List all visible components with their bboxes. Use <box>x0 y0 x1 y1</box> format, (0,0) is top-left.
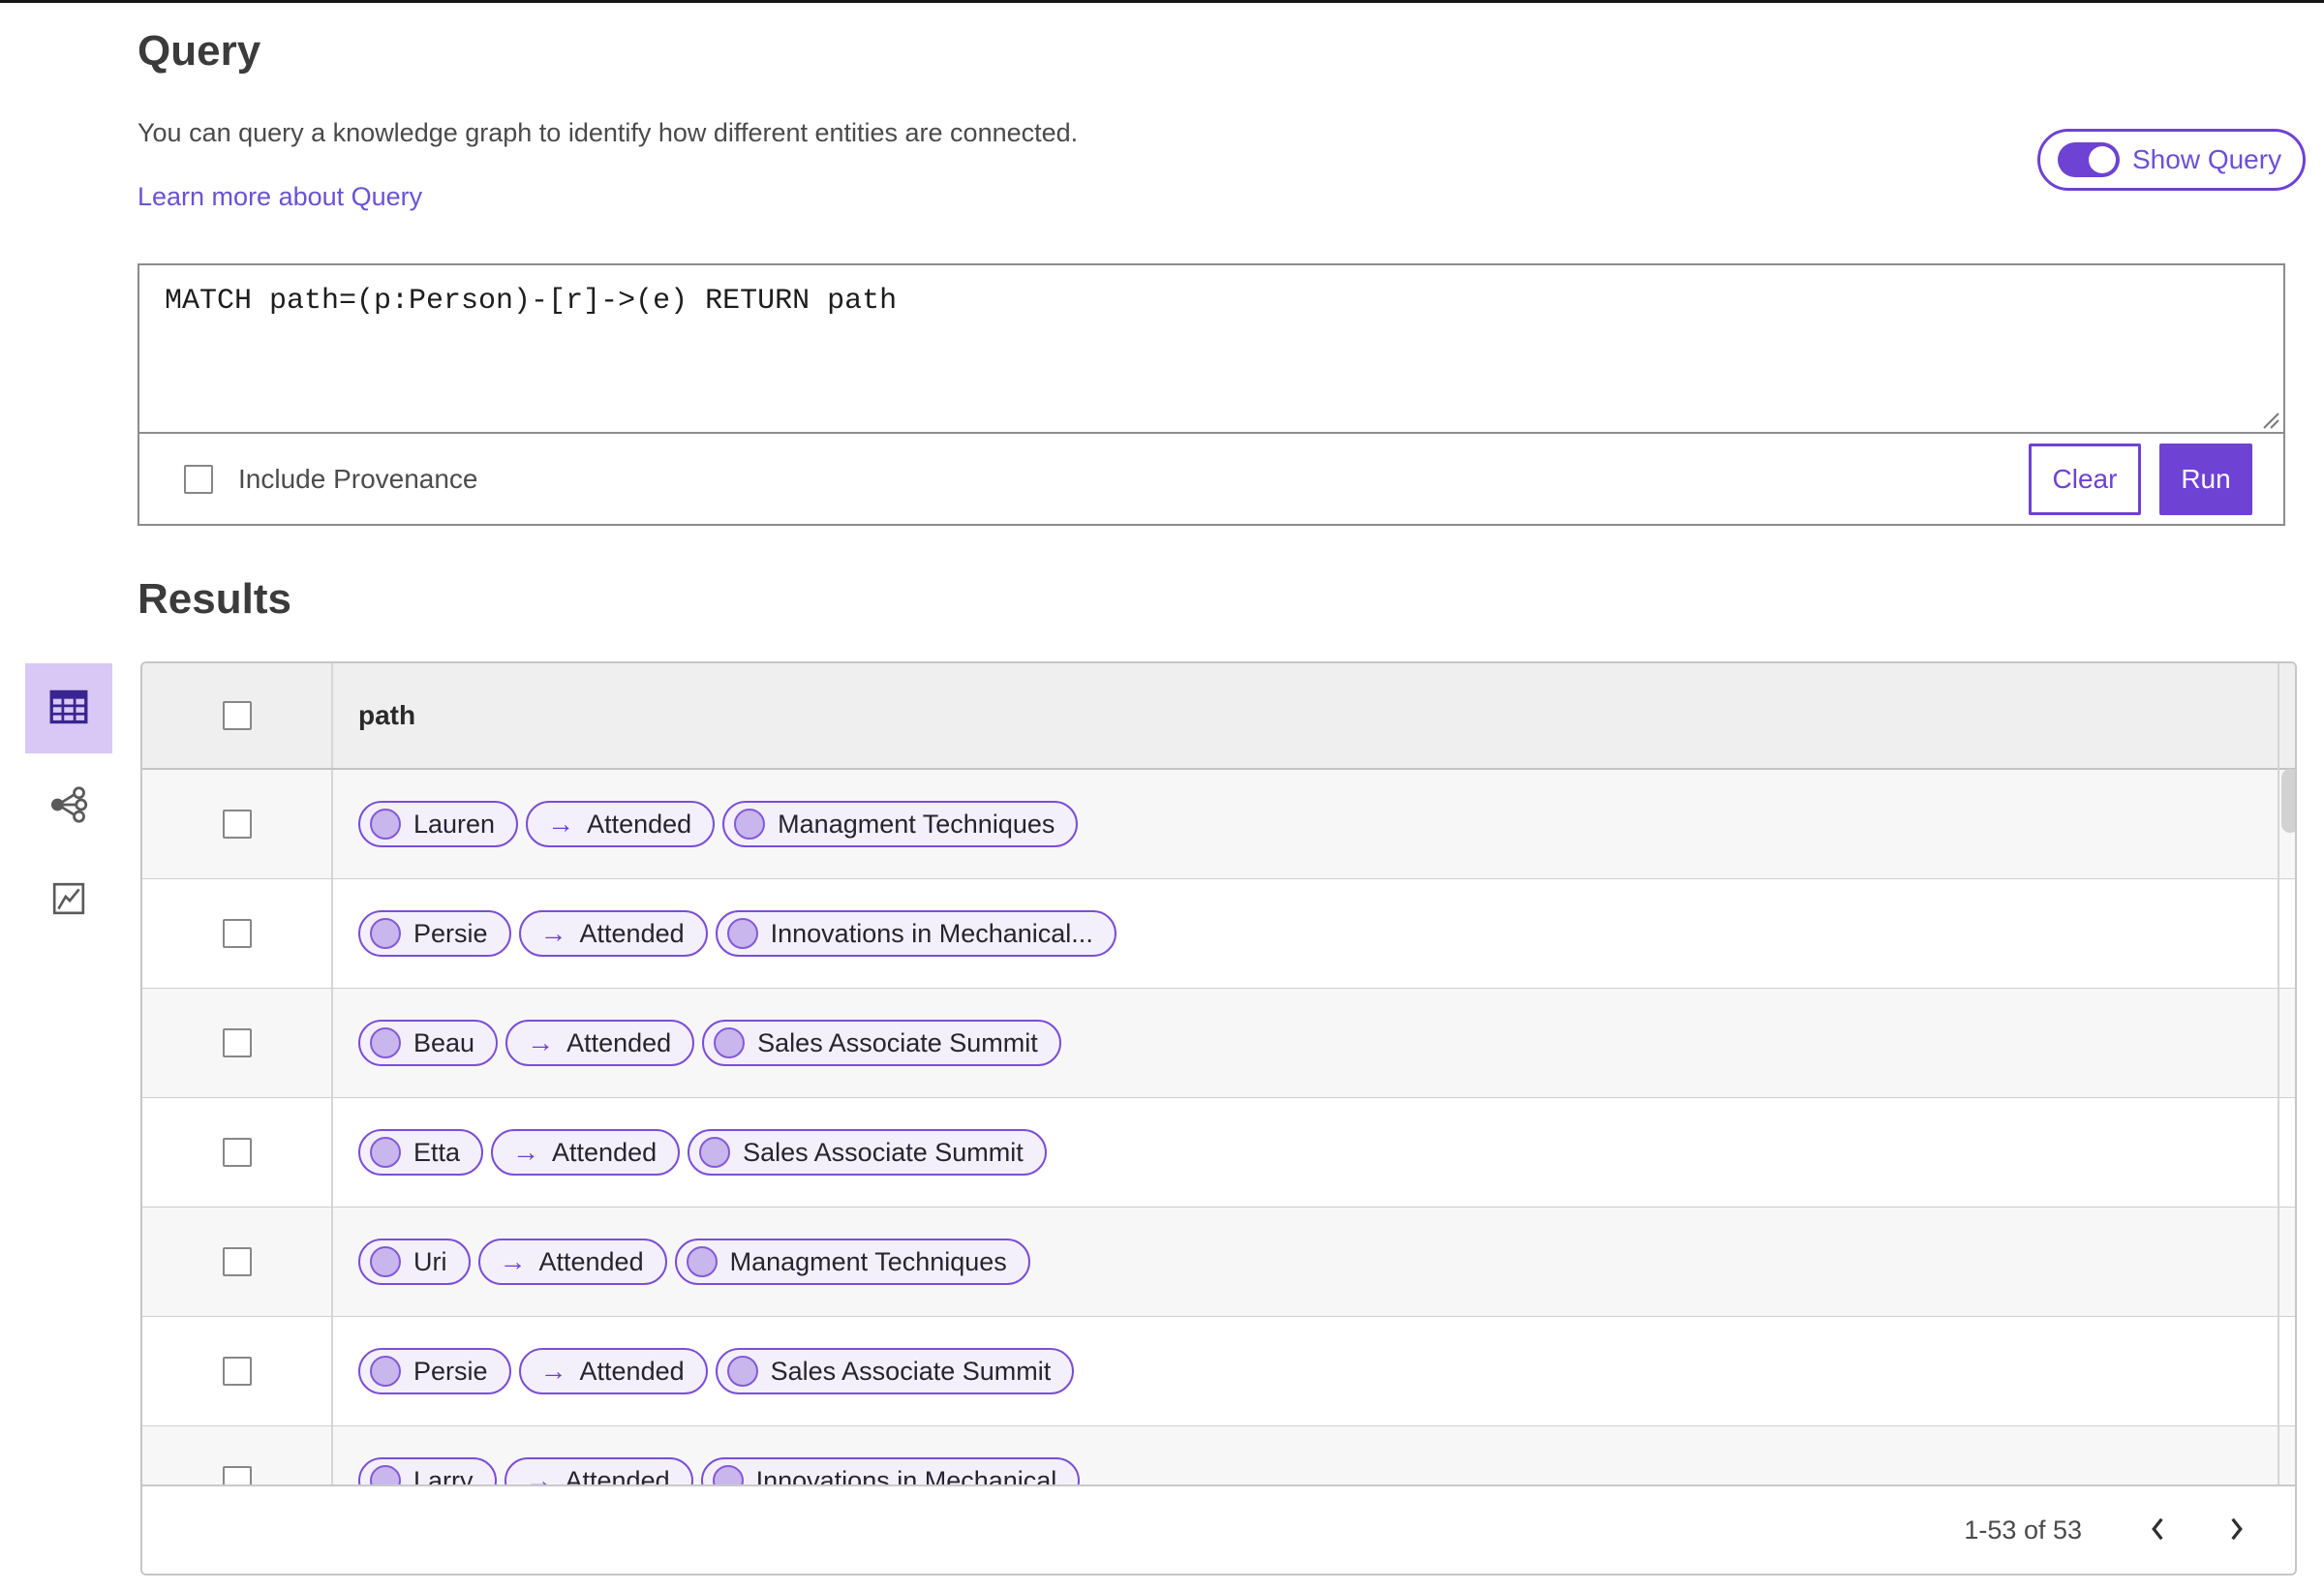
node-icon <box>712 1465 744 1484</box>
query-footer: Include Provenance Clear Run <box>139 434 2283 524</box>
entity-chip[interactable]: Innovations in Mechanical <box>700 1457 1081 1484</box>
select-all-checkbox[interactable] <box>222 701 252 730</box>
include-provenance-label: Include Provenance <box>238 463 478 494</box>
node-icon <box>370 1356 401 1387</box>
table-row: Persie → Attended Innovations in Mechanic… <box>142 879 2295 989</box>
node-icon <box>734 809 766 840</box>
relation-chip[interactable]: → Attended <box>518 910 708 957</box>
chevron-left-icon <box>2150 1516 2165 1545</box>
node-icon <box>370 1137 401 1168</box>
arrow-right-icon: → <box>525 1465 553 1485</box>
relation-chip[interactable]: → Attended <box>526 801 716 847</box>
chevron-right-icon <box>2229 1516 2245 1545</box>
results-section-title: Results <box>138 575 291 623</box>
query-editor-text: MATCH path=(p:Person)-[r]->(e) RETURN pa… <box>165 285 898 318</box>
line-chart-icon <box>52 881 85 919</box>
resize-handle-icon[interactable] <box>2260 410 2279 429</box>
query-panel: MATCH path=(p:Person)-[r]->(e) RETURN pa… <box>138 263 2285 526</box>
row-checkbox[interactable] <box>222 1357 252 1386</box>
node-icon <box>714 1027 746 1058</box>
results-table-panel: path Lauren → Attended Managment Techniqu… <box>140 661 2297 1576</box>
table-header-row: path <box>142 663 2295 770</box>
arrow-right-icon: → <box>499 1246 527 1276</box>
row-checkbox[interactable] <box>222 1466 252 1484</box>
entity-chip[interactable]: Persie <box>358 1348 511 1394</box>
pagination-range-label: 1-53 of 53 <box>1964 1515 2082 1545</box>
table-row: Persie → Attended Sales Associate Summit <box>142 1317 2295 1426</box>
run-button[interactable]: Run <box>2159 443 2252 515</box>
table-row: Lauren → Attended Managment Techniques <box>142 770 2295 879</box>
entity-chip[interactable]: Sales Associate Summit <box>702 1020 1061 1066</box>
relation-chip[interactable]: → Attended <box>518 1348 708 1394</box>
entity-chip[interactable]: Persie <box>358 910 511 957</box>
include-provenance-checkbox[interactable] <box>184 464 213 494</box>
clear-button[interactable]: Clear <box>2029 443 2141 515</box>
previous-page-button[interactable] <box>2138 1511 2177 1549</box>
table-view-button[interactable] <box>25 663 112 753</box>
entity-chip[interactable]: Larry <box>358 1457 497 1484</box>
node-icon <box>370 1027 401 1058</box>
network-graph-icon <box>49 785 88 827</box>
toggle-knob <box>2089 146 2116 173</box>
row-checkbox[interactable] <box>222 1138 252 1167</box>
table-body: Lauren → Attended Managment Techniques Pe… <box>142 770 2295 1484</box>
entity-chip[interactable]: Sales Associate Summit <box>688 1129 1047 1176</box>
vertical-scrollbar-thumb[interactable] <box>2281 769 2295 833</box>
entity-chip[interactable]: Etta <box>358 1129 484 1176</box>
entity-chip[interactable]: Managment Techniques <box>674 1239 1030 1285</box>
next-page-button[interactable] <box>2217 1511 2256 1549</box>
node-icon <box>370 809 401 840</box>
show-query-label: Show Query <box>2132 144 2282 174</box>
node-icon <box>699 1137 731 1168</box>
results-view-rail <box>25 663 112 921</box>
graph-view-button[interactable] <box>47 784 90 827</box>
learn-more-link[interactable]: Learn more about Query <box>138 182 422 212</box>
path-column-header: path <box>333 663 2295 768</box>
table-row: Uri → Attended Managment Techniques <box>142 1208 2295 1317</box>
table-row: Etta → Attended Sales Associate Summit <box>142 1098 2295 1208</box>
row-checkbox[interactable] <box>222 1028 252 1057</box>
row-checkbox[interactable] <box>222 810 252 839</box>
toggle-on-icon[interactable] <box>2058 142 2120 177</box>
path-column-label: path <box>358 700 416 730</box>
table-row: Larry → Attended Innovations in Mechanica… <box>142 1426 2295 1484</box>
node-icon <box>726 918 758 949</box>
arrow-right-icon: → <box>512 1137 540 1167</box>
entity-chip[interactable]: Innovations in Mechanical... <box>715 910 1116 957</box>
arrow-right-icon: → <box>539 918 567 948</box>
chart-view-button[interactable] <box>47 878 90 921</box>
node-icon <box>726 1356 758 1387</box>
entity-chip[interactable]: Managment Techniques <box>722 801 1079 847</box>
window-top-edge <box>0 0 2324 3</box>
entity-chip[interactable]: Sales Associate Summit <box>715 1348 1075 1394</box>
table-row: Beau → Attended Sales Associate Summit <box>142 989 2295 1098</box>
node-icon <box>370 1246 401 1277</box>
row-checkbox[interactable] <box>222 1247 252 1276</box>
show-query-toggle[interactable]: Show Query <box>2037 129 2307 191</box>
node-icon <box>370 1465 401 1484</box>
relation-chip[interactable]: → Attended <box>505 1020 695 1066</box>
entity-chip[interactable]: Lauren <box>358 801 519 847</box>
query-section-title: Query <box>138 27 261 75</box>
node-icon <box>686 1246 718 1277</box>
entity-chip[interactable]: Uri <box>358 1239 471 1285</box>
row-checkbox[interactable] <box>222 919 252 948</box>
table-icon <box>49 689 88 727</box>
relation-chip[interactable]: → Attended <box>504 1457 693 1485</box>
relation-chip[interactable]: → Attended <box>491 1129 681 1176</box>
relation-chip[interactable]: → Attended <box>477 1239 667 1285</box>
arrow-right-icon: → <box>547 809 575 839</box>
query-description: You can query a knowledge graph to ident… <box>138 118 1079 147</box>
node-icon <box>370 918 401 949</box>
entity-chip[interactable]: Beau <box>358 1020 499 1066</box>
arrow-right-icon: → <box>527 1027 555 1057</box>
select-all-cell <box>142 663 333 768</box>
pagination-bar: 1-53 of 53 <box>142 1484 2295 1574</box>
arrow-right-icon: → <box>539 1356 567 1386</box>
query-editor[interactable]: MATCH path=(p:Person)-[r]->(e) RETURN pa… <box>139 265 2283 434</box>
